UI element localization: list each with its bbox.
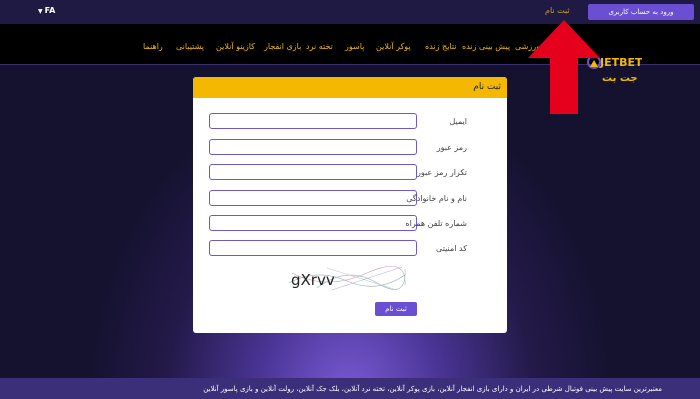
red-arrow-icon (528, 20, 600, 114)
signup-form-card: ثبت نام ایمیل رمز عبور تکرار رمز عبور نا… (193, 77, 507, 333)
nav-item-online-casino[interactable]: کازینو آنلاین (216, 42, 255, 51)
nav-item-pasur[interactable]: پاسور (345, 42, 364, 51)
nav-item-live-betting[interactable]: پیش بینی زنده (462, 42, 510, 51)
nav-item-guide[interactable]: راهنما (143, 42, 163, 51)
nav-item-backgammon[interactable]: تخته نرد (306, 42, 333, 51)
password-repeat-field[interactable] (209, 164, 417, 180)
captcha-text: gXrvv (291, 271, 335, 289)
form-header: ثبت نام (193, 77, 507, 98)
security-code-field[interactable] (209, 240, 417, 256)
nav-item-support[interactable]: پشتیبانی (176, 42, 204, 51)
phone-field[interactable] (209, 215, 417, 231)
password-label: رمز عبور (436, 143, 467, 152)
password-repeat-label: تکرار رمز عبور (417, 168, 467, 177)
footer-text: معتبرترین سایت پیش بینی فوتبال شرطی در ا… (203, 385, 662, 393)
caret-down-icon: ▼ (38, 8, 43, 15)
full-name-field[interactable] (209, 190, 417, 206)
nav-item-live-results[interactable]: نتایج زنده (425, 42, 457, 51)
email-label: ایمیل (449, 117, 467, 126)
password-field[interactable] (209, 139, 417, 155)
signup-link[interactable]: ثبت نام (545, 6, 570, 15)
submit-button[interactable]: ثبت نام (375, 302, 417, 316)
logo-text-top: JETBET (599, 56, 642, 69)
captcha-image: gXrvv (287, 263, 407, 293)
nav-item-online-poker[interactable]: پوکر آنلاین (376, 42, 411, 51)
language-selector[interactable]: ▼ FA (38, 6, 55, 15)
security-code-label: کد امنیتی (436, 244, 467, 253)
login-button[interactable]: ورود به حساب کاربری (588, 4, 694, 20)
language-label: FA (44, 6, 56, 15)
logo-text-bottom: جت بت (602, 73, 638, 84)
phone-label: شماره تلفن همراه (405, 219, 467, 228)
email-field[interactable] (209, 113, 417, 129)
form-title: ثبت نام (473, 82, 501, 92)
nav-item-crash-game[interactable]: بازی انفجار (264, 42, 301, 51)
footer-bar: معتبرترین سایت پیش بینی فوتبال شرطی در ا… (0, 378, 700, 399)
full-name-label: نام و نام خانوادگی (406, 194, 467, 203)
